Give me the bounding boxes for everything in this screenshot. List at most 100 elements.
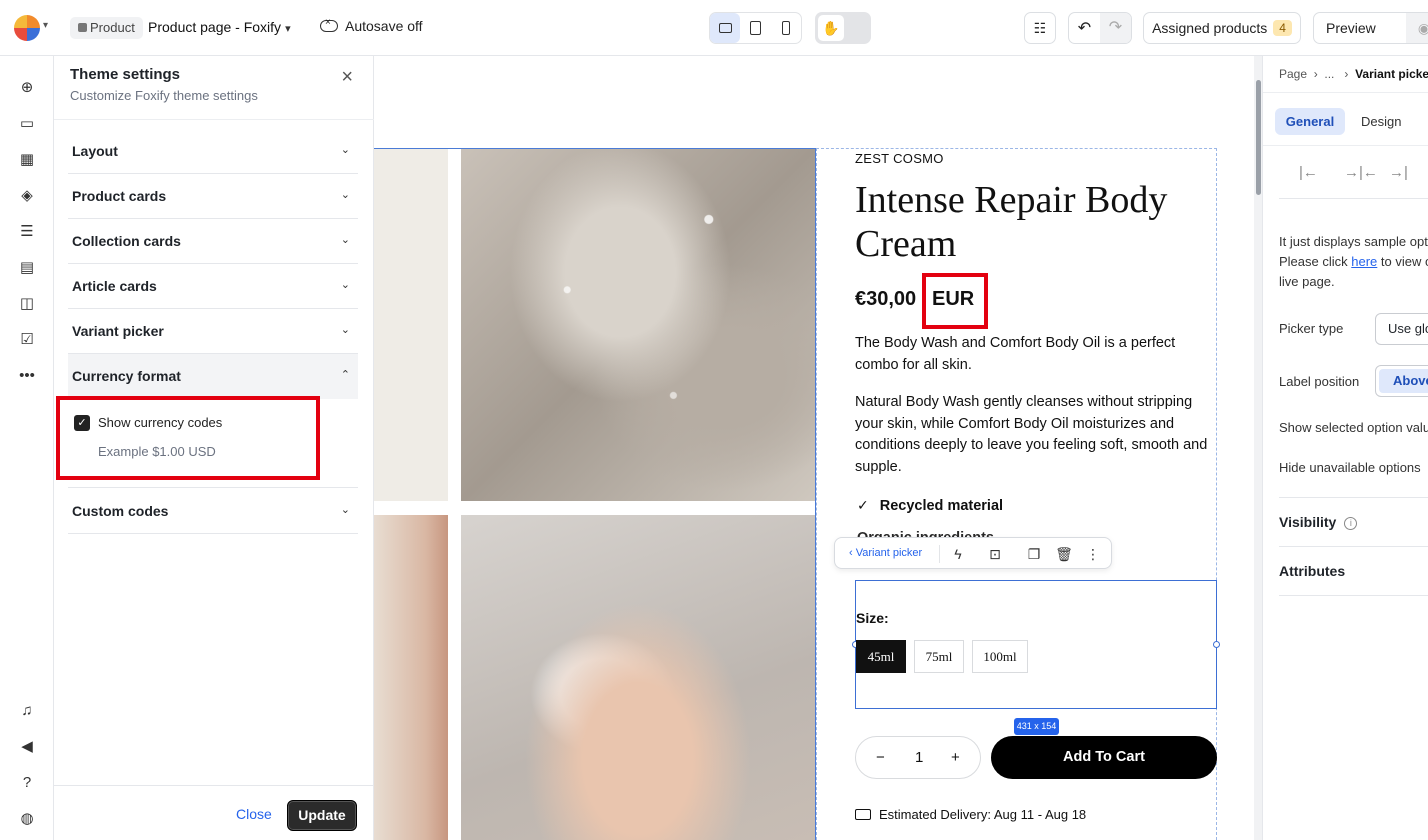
more-vertical-icon[interactable]: ⋮ [1083,544,1103,564]
align-right-icon[interactable]: →| [1389,164,1408,181]
label-position-value[interactable]: Above [1379,369,1428,393]
checklist-icon[interactable]: ☑ [18,330,36,348]
tab-design[interactable]: Design [1361,114,1401,129]
accordion-variant-picker[interactable]: Variant picker ⌄ [68,309,358,354]
align-center-icon[interactable]: →|← [1344,164,1378,181]
size-option-45ml[interactable]: 45ml [856,640,906,673]
duplicate-icon[interactable]: ❐ [1024,544,1044,564]
accordion-layout[interactable]: Layout ⌄ [68,129,358,174]
chat-icon[interactable]: ◍ [18,809,36,827]
size-option-100ml[interactable]: 100ml [972,640,1028,673]
parent-element-button[interactable]: ‹ Variant picker [849,547,922,559]
megaphone-icon[interactable]: ◀ [18,737,36,755]
feature-label: Recycled material [879,497,1004,514]
product-price: €30,00 [855,288,917,310]
picker-type-select[interactable]: Use global [1375,313,1428,345]
tab-general[interactable]: General [1275,108,1345,135]
update-button[interactable]: Update [287,800,357,831]
breadcrumb-current: Variant picker [1355,67,1428,81]
breadcrumb-item[interactable]: Page [1279,67,1307,81]
layers-icon[interactable]: ◈ [18,186,36,204]
preview-label: Preview [1326,20,1376,36]
divider [1263,145,1428,146]
lightning-icon[interactable]: ϟ [948,544,968,564]
select-icon[interactable]: ⊡ [985,544,1005,564]
preview-button[interactable]: Preview ◉ [1313,12,1428,44]
divider [1279,546,1428,547]
size-option-75ml[interactable]: 75ml [914,640,964,673]
align-left-icon[interactable]: |← [1299,164,1318,181]
divider [54,119,374,120]
chevron-down-icon: ⌄ [340,279,350,291]
breadcrumb-item[interactable]: ... [1324,67,1334,81]
decrease-button[interactable]: − [876,749,885,766]
accordion-label: Currency format [72,368,181,384]
visibility-section[interactable]: Visibility i [1279,514,1358,530]
dimension-tag: 431 x 154 [1014,718,1059,735]
accordion-label: Product cards [72,188,167,204]
panel-footer: Close Update [54,785,374,840]
settings-button[interactable]: ☷ [1024,12,1056,44]
scrollbar-thumb[interactable] [1256,80,1261,195]
truck-icon [855,809,871,820]
info-icon[interactable]: i [1344,517,1358,530]
sections-icon[interactable]: ▭ [18,114,36,132]
hand-tool-button[interactable]: ✋ [818,15,844,41]
theme-icon[interactable]: ◫ [18,294,36,312]
delivery-text: Estimated Delivery: Aug 11 - Aug 18 [879,807,1087,822]
assigned-products-button[interactable]: Assigned products 4 [1143,12,1301,44]
show-selected-option-label: Show selected option value [1279,420,1428,435]
templates-icon[interactable]: ☰ [18,222,36,240]
increase-button[interactable]: + [951,749,960,766]
chevron-down-icon[interactable]: ▾ [43,20,48,31]
desktop-view-button[interactable] [710,13,741,43]
product-title: Intense Repair Body Cream [855,179,1168,265]
quantity-stepper: − 1 + [855,736,981,779]
add-element-icon[interactable]: ⊕ [18,78,36,96]
chevron-down-icon: ⌄ [340,234,350,246]
variant-picker-block[interactable]: Size: 45ml 75ml 100ml [852,580,1220,709]
tablet-view-button[interactable] [740,13,770,43]
panel-title: Theme settings [70,66,181,83]
interaction-mode-toggle: ✋ [815,12,871,44]
eye-icon[interactable]: ◉ [1406,13,1428,43]
pages-icon[interactable]: ▤ [18,258,36,276]
undo-button[interactable]: ↶ [1069,18,1100,38]
device-switcher [709,12,802,44]
page-selector[interactable]: Product page - Foxify ▾ [148,19,291,35]
quantity-value[interactable]: 1 [915,749,923,766]
foxify-logo[interactable] [14,15,40,41]
attributes-section[interactable]: Attributes [1279,563,1345,579]
divider [1279,595,1428,596]
chevron-down-icon: ⌄ [340,144,350,156]
trash-icon[interactable]: 🗑 [1054,544,1074,564]
view-live-link[interactable]: here [1351,254,1377,269]
accordion-collection-cards[interactable]: Collection cards ⌄ [68,219,358,264]
close-button[interactable]: Close [236,806,272,822]
accordion-custom-codes[interactable]: Custom codes ⌄ [68,489,358,534]
accordion-product-cards[interactable]: Product cards ⌄ [68,174,358,219]
resize-handle[interactable] [1213,641,1220,648]
close-icon[interactable]: × [341,66,353,89]
label-position-segment[interactable]: Above [1375,365,1428,397]
redo-button[interactable]: ↷ [1100,13,1131,43]
add-to-cart-button[interactable]: Add To Cart [991,736,1217,779]
top-bar: ▾ Product Product page - Foxify▾ Autosav… [0,0,1428,56]
accordion-label: Variant picker [72,323,164,339]
media-gallery-frame [374,148,816,840]
autosave-toggle[interactable]: Autosave off [320,17,423,34]
more-icon[interactable]: ••• [18,366,36,384]
apps-icon[interactable]: ▦ [18,150,36,168]
accordion-label: Layout [72,143,118,159]
element-toolbar: ‹ Variant picker ϟ ⊡ ❐ 🗑 ⋮ [834,537,1112,569]
help-icon[interactable]: ? [18,773,36,791]
mobile-view-button[interactable] [771,13,801,43]
accordion-article-cards[interactable]: Article cards ⌄ [68,264,358,309]
accordion-currency-format[interactable]: Currency format ⌃ [68,354,358,399]
label-position-label: Label position [1279,374,1360,389]
page-title: Product page - Foxify [148,19,282,35]
accordion-label: Custom codes [72,503,169,519]
bell-icon[interactable]: ♫ [18,701,36,719]
sliders-icon: ☷ [1033,19,1047,36]
chevron-down-icon: ⌄ [340,504,350,516]
